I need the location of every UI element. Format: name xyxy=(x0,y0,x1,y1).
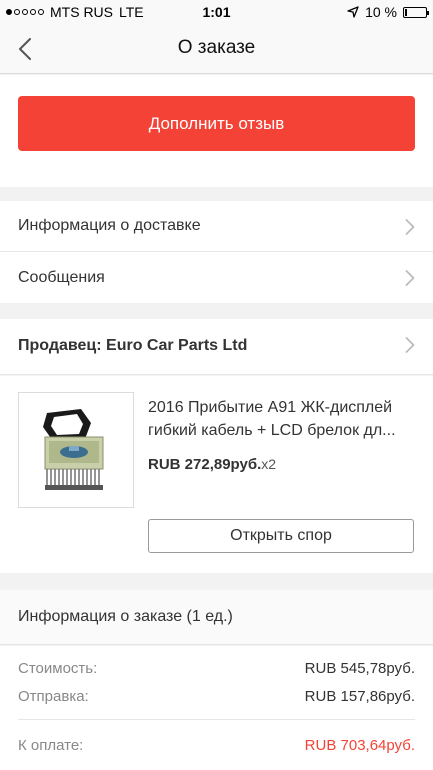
nav-bar: О заказе xyxy=(0,24,433,74)
product-price: RUB 272,89руб.x2 xyxy=(148,456,276,473)
product-image[interactable] xyxy=(18,392,134,508)
menu-item-messages[interactable]: Сообщения xyxy=(0,252,433,303)
menu-item-delivery-info[interactable]: Информация о доставке xyxy=(0,201,433,252)
order-menu: Информация о доставке Сообщения xyxy=(0,201,433,303)
total-value: RUB 703,64руб. xyxy=(304,737,415,754)
chevron-right-icon xyxy=(405,270,415,286)
cost-line: Стоимость: RUB 545,78руб. xyxy=(18,660,415,677)
menu-item-label: Сообщения xyxy=(18,268,105,286)
total-line: К оплате: RUB 703,64руб. xyxy=(18,737,415,754)
battery-icon xyxy=(403,6,429,18)
menu-item-label: Информация о доставке xyxy=(18,217,201,234)
shipping-value: RUB 157,86руб. xyxy=(304,688,415,705)
total-label: К оплате: xyxy=(18,737,84,754)
shipping-line: Отправка: RUB 157,86руб. xyxy=(18,688,415,705)
lcd-display-image xyxy=(43,409,104,490)
battery-percent: 10 % xyxy=(365,4,397,20)
order-summary: Стоимость: RUB 545,78руб. Отправка: RUB … xyxy=(0,646,433,770)
order-info-title: Информация о заказе (1 ед.) xyxy=(18,608,233,625)
status-right: 10 % xyxy=(347,4,429,20)
chevron-right-icon xyxy=(405,219,415,235)
order-info-header: Информация о заказе (1 ед.) xyxy=(0,590,433,645)
product-title[interactable]: 2016 Прибытие А91 ЖК-дисплей гибкий кабе… xyxy=(148,396,416,442)
product-card: 2016 Прибытие А91 ЖК-дисплей гибкий кабе… xyxy=(0,376,433,573)
cost-label: Стоимость: xyxy=(18,660,98,677)
product-price-value: RUB 272,89руб. xyxy=(148,456,262,473)
seller-name: Продавец: Euro Car Parts Ltd xyxy=(18,337,248,354)
cost-value: RUB 545,78руб. xyxy=(304,660,415,677)
add-review-button[interactable]: Дополнить отзыв xyxy=(18,96,415,151)
shipping-label: Отправка: xyxy=(18,688,89,705)
location-arrow-icon xyxy=(347,6,359,18)
primary-action-area: Дополнить отзыв xyxy=(0,75,433,187)
open-dispute-button[interactable]: Открыть спор xyxy=(148,519,414,553)
chevron-right-icon xyxy=(405,337,415,353)
seller-row[interactable]: Продавец: Euro Car Parts Ltd xyxy=(0,319,433,375)
status-bar: MTS RUS LTE 1:01 10 % xyxy=(0,0,433,24)
divider xyxy=(18,719,415,720)
page-title: О заказе xyxy=(177,37,256,58)
product-quantity: x2 xyxy=(261,456,277,472)
